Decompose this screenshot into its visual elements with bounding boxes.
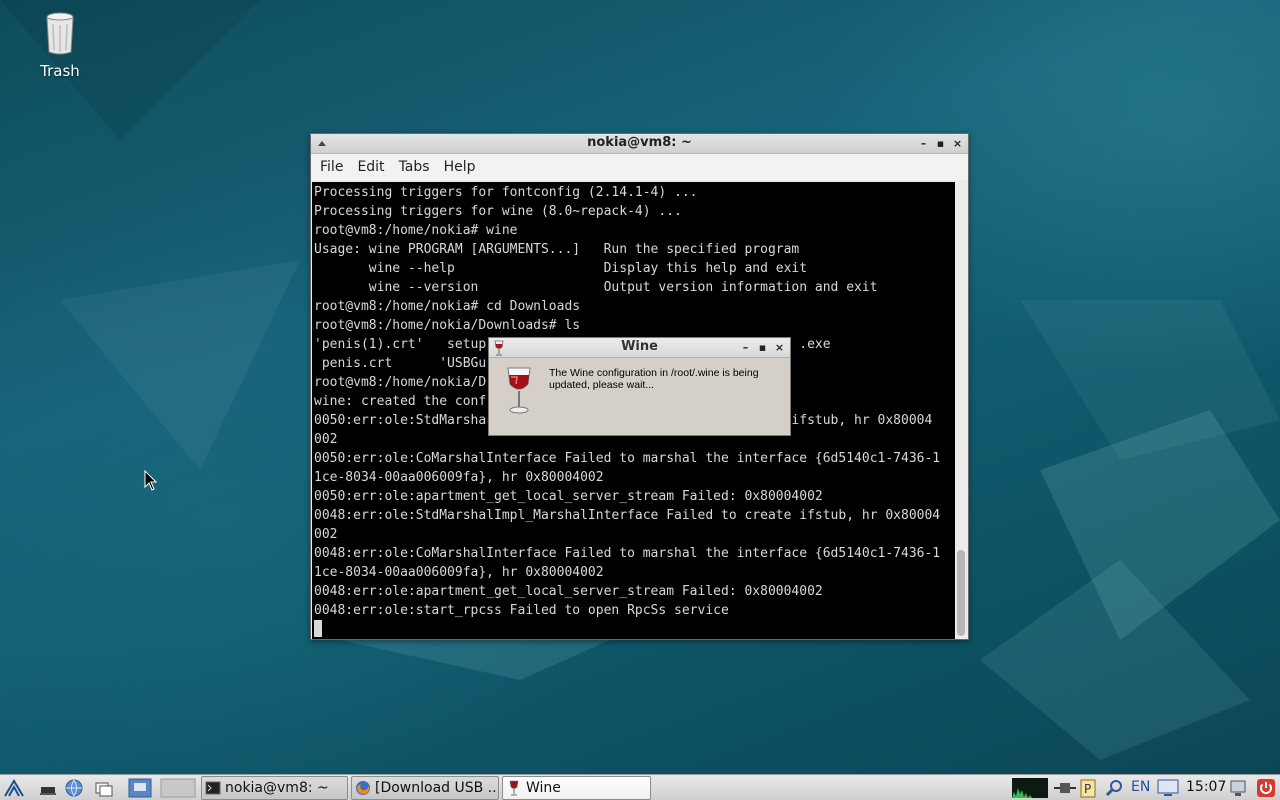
firefox-icon bbox=[356, 781, 370, 795]
task-browser[interactable]: [Download USB ... bbox=[351, 776, 499, 800]
terminal-line: 002 bbox=[314, 527, 338, 542]
workspace-2-icon[interactable] bbox=[160, 778, 196, 798]
wine-titlebar[interactable]: Wine – ▪ × bbox=[489, 338, 790, 358]
terminal-cursor-line bbox=[314, 620, 955, 639]
terminal-line: root@vm8:/home/nokia/Downloads# ls bbox=[314, 318, 581, 333]
terminal-line: 0048:err:ole:start_rpcss Failed to open … bbox=[314, 603, 729, 618]
task-terminal[interactable]: nokia@vm8: ~ bbox=[201, 776, 348, 800]
browser-icon[interactable] bbox=[64, 778, 84, 798]
power-icon[interactable] bbox=[1256, 778, 1276, 798]
wine-dialog[interactable]: Wine – ▪ × The Wine configuration in /ro… bbox=[488, 337, 791, 436]
window-title: nokia@vm8: ~ bbox=[587, 135, 692, 150]
maximize-icon[interactable]: ▪ bbox=[934, 137, 947, 150]
network-icon[interactable] bbox=[1052, 778, 1078, 798]
menu-help[interactable]: Help bbox=[437, 159, 483, 175]
taskbar: nokia@vm8: ~ [Download USB ... Wine P EN… bbox=[0, 774, 1280, 800]
task-label: [Download USB ... bbox=[375, 780, 499, 796]
terminal-icon bbox=[205, 781, 221, 795]
terminal-scrollbar[interactable] bbox=[955, 182, 967, 639]
task-label: nokia@vm8: ~ bbox=[225, 780, 329, 796]
clock[interactable]: 15:07 bbox=[1186, 779, 1226, 795]
mouse-pointer-icon bbox=[144, 470, 158, 491]
close-icon[interactable]: × bbox=[773, 341, 786, 354]
show-desktop-icon[interactable] bbox=[38, 778, 58, 798]
desktop-icon-label: Trash bbox=[40, 62, 80, 80]
start-menu-icon[interactable] bbox=[4, 778, 24, 798]
desktop-icon-trash[interactable]: Trash bbox=[26, 12, 94, 80]
terminal-line: wine --version Output version informatio… bbox=[314, 280, 878, 295]
trash-icon bbox=[46, 12, 74, 55]
terminal-line: Processing triggers for wine (8.0~repack… bbox=[314, 204, 682, 219]
menu-tabs[interactable]: Tabs bbox=[392, 159, 437, 175]
lock-screen-icon[interactable] bbox=[1228, 778, 1248, 798]
dialog-message: The Wine configuration in /root/.wine is… bbox=[549, 367, 759, 391]
terminal-line: Processing triggers for fontconfig (2.14… bbox=[314, 185, 698, 200]
menu-edit[interactable]: Edit bbox=[350, 159, 391, 175]
terminal-titlebar[interactable]: nokia@vm8: ~ – ▪ × bbox=[311, 134, 968, 154]
task-label: Wine bbox=[526, 780, 561, 796]
menu-file[interactable]: File bbox=[313, 159, 350, 175]
text-cursor bbox=[314, 620, 322, 637]
minimize-icon[interactable]: – bbox=[739, 341, 752, 354]
terminal-line: 0048:err:ole:apartment_get_local_server_… bbox=[314, 584, 823, 599]
wine-logo-icon bbox=[507, 367, 531, 414]
terminal-menubar: File Edit Tabs Help bbox=[311, 154, 968, 180]
terminal-line: 0048:err:ole:StdMarshalImpl_MarshalInter… bbox=[314, 508, 941, 523]
terminal-line: root@vm8:/home/nokia# cd Downloads bbox=[314, 299, 581, 314]
terminal-line: wine --help Display this help and exit bbox=[314, 261, 808, 276]
terminal-line: 0048:err:ole:CoMarshalInterface Failed t… bbox=[314, 546, 941, 561]
terminal-line: Usage: wine PROGRAM [ARGUMENTS...] Run t… bbox=[314, 242, 800, 257]
task-wine[interactable]: Wine bbox=[502, 776, 651, 800]
terminal-line: 1ce-8034-00aa006009fa}, hr 0x80004002 bbox=[314, 565, 604, 580]
terminal-line: root@vm8:/home/nokia# wine bbox=[314, 223, 518, 238]
scrollbar-thumb[interactable] bbox=[957, 550, 965, 636]
search-icon[interactable] bbox=[1104, 778, 1124, 798]
svg-text:P: P bbox=[1084, 782, 1091, 796]
clipboard-icon[interactable]: P bbox=[1078, 778, 1098, 798]
wine-icon bbox=[509, 780, 519, 796]
cpu-monitor-icon bbox=[1012, 778, 1048, 798]
terminal-line: 0050:err:ole:apartment_get_local_server_… bbox=[314, 489, 823, 504]
close-icon[interactable]: × bbox=[951, 137, 964, 150]
file-manager-icon[interactable] bbox=[94, 778, 114, 798]
workspace-1-icon[interactable] bbox=[128, 778, 152, 798]
keyboard-layout-indicator[interactable]: EN bbox=[1131, 779, 1150, 795]
maximize-icon[interactable]: ▪ bbox=[756, 341, 769, 354]
terminal-line: 0050:err:ole:CoMarshalInterface Failed t… bbox=[314, 451, 941, 466]
display-icon[interactable] bbox=[1156, 778, 1180, 798]
terminal-line: 1ce-8034-00aa006009fa}, hr 0x80004002 bbox=[314, 470, 604, 485]
minimize-icon[interactable]: – bbox=[917, 137, 930, 150]
